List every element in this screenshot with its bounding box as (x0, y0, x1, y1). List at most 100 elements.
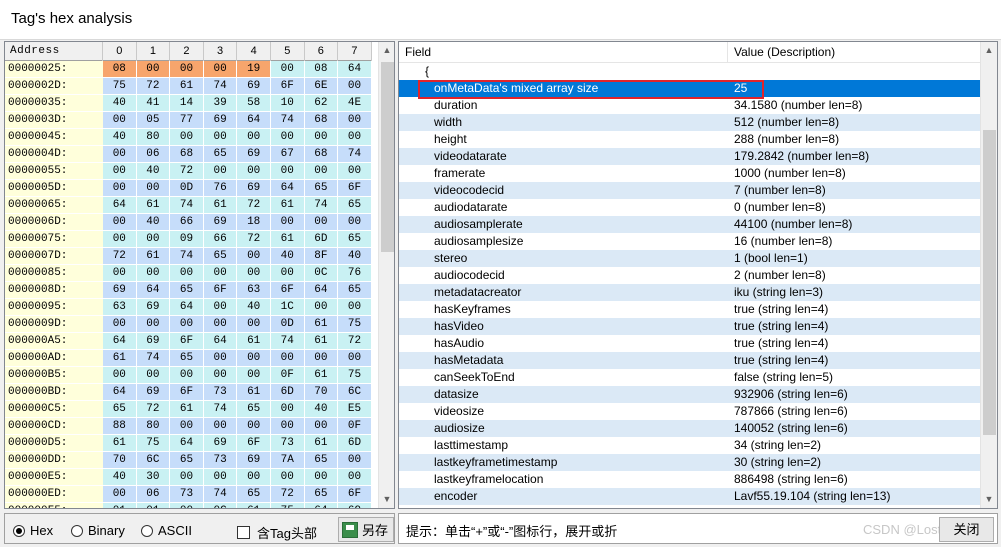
hex-byte[interactable]: 00 (170, 503, 204, 508)
hex-byte[interactable]: 6F (237, 435, 271, 452)
hex-row[interactable]: 000000C5: 65 72 61 74 65 00 40 E5 (5, 401, 372, 418)
hex-byte[interactable]: 00 (136, 265, 171, 282)
field-row[interactable]: audiosamplerate 44100 (number len=8) (399, 216, 981, 233)
hex-byte[interactable]: 64 (103, 197, 137, 214)
hex-byte[interactable]: 61 (237, 384, 271, 401)
hex-row[interactable]: 00000045: 40 80 00 00 00 00 00 00 (5, 129, 372, 146)
hex-byte[interactable]: 76 (338, 265, 372, 282)
field-row[interactable]: hasVideo true (string len=4) (399, 318, 981, 335)
hex-byte[interactable]: 00 (237, 129, 271, 146)
hex-byte[interactable]: 00 (103, 112, 137, 129)
hex-byte[interactable]: 61 (136, 197, 171, 214)
hex-row[interactable]: 000000ED: 00 06 73 74 65 72 65 6F (5, 486, 372, 503)
hex-byte[interactable]: 00 (103, 486, 137, 503)
hex-byte[interactable]: 65 (170, 350, 204, 367)
hex-byte[interactable]: 74 (304, 197, 339, 214)
hex-byte[interactable]: 74 (170, 197, 204, 214)
hex-row[interactable]: 0000004D: 00 06 68 65 69 67 68 74 (5, 146, 372, 163)
hex-byte[interactable]: 65 (203, 248, 238, 265)
hex-byte[interactable]: 65 (338, 197, 372, 214)
hex-byte[interactable]: 72 (136, 401, 171, 418)
field-row[interactable]: hasKeyframes true (string len=4) (399, 301, 981, 318)
hex-byte[interactable]: 00 (237, 367, 271, 384)
hex-byte[interactable]: 65 (103, 401, 137, 418)
hex-byte[interactable]: 74 (270, 333, 305, 350)
hex-byte[interactable]: 68 (304, 146, 339, 163)
hex-byte[interactable]: 75 (136, 435, 171, 452)
hex-byte[interactable]: 65 (338, 282, 372, 299)
hex-byte[interactable]: 00 (203, 367, 238, 384)
hex-byte[interactable]: 00 (237, 163, 271, 180)
hex-row[interactable]: 0000009D: 00 00 00 00 00 0D 61 75 (5, 316, 372, 333)
field-row[interactable]: videocodecid 7 (number len=8) (399, 182, 981, 199)
hex-byte[interactable]: 6F (170, 333, 204, 350)
hex-byte[interactable]: 00 (270, 350, 305, 367)
radio-checked-icon[interactable] (13, 524, 25, 537)
hex-byte[interactable]: 00 (304, 418, 339, 435)
field-row[interactable]: stereo 1 (bool len=1) (399, 250, 981, 267)
hex-byte[interactable]: 63 (103, 299, 137, 316)
hex-byte[interactable]: 61 (270, 197, 305, 214)
hex-byte[interactable]: 00 (338, 214, 372, 231)
hex-byte[interactable]: 00 (237, 316, 271, 333)
hex-byte[interactable]: 69 (237, 180, 271, 197)
hex-byte[interactable]: 61 (270, 231, 305, 248)
hex-byte[interactable]: 00 (270, 129, 305, 146)
hex-byte[interactable]: 6C (136, 452, 171, 469)
hex-byte[interactable]: 68 (170, 146, 204, 163)
hex-byte[interactable]: 6F (270, 78, 305, 95)
hex-row[interactable]: 000000B5: 00 00 00 00 00 0F 61 75 (5, 367, 372, 384)
hex-byte[interactable]: 72 (237, 231, 271, 248)
hex-byte[interactable]: 64 (270, 180, 305, 197)
scroll-down-icon[interactable]: ▼ (379, 491, 394, 508)
hex-byte[interactable]: 00 (103, 367, 137, 384)
hex-byte[interactable]: 00 (304, 469, 339, 486)
hex-byte[interactable]: 00 (203, 129, 238, 146)
field-row[interactable]: duration 34.1580 (number len=8) (399, 97, 981, 114)
hex-byte[interactable]: 40 (136, 214, 171, 231)
close-button[interactable]: 关闭 (939, 517, 994, 542)
hex-byte[interactable]: 06 (136, 146, 171, 163)
hex-byte[interactable]: 6F (270, 282, 305, 299)
ascii-radio[interactable]: ASCII (141, 523, 192, 538)
radio-unchecked-icon[interactable] (141, 524, 153, 537)
hex-byte[interactable]: 64 (304, 282, 339, 299)
include-tag-header-checkbox[interactable]: 含Tag头部 (237, 523, 317, 542)
hex-byte[interactable]: 62 (304, 95, 339, 112)
hex-row[interactable]: 00000065: 64 61 74 61 72 61 74 65 (5, 197, 372, 214)
hex-byte[interactable]: 00 (338, 163, 372, 180)
hex-byte[interactable]: 76 (203, 180, 238, 197)
hex-scrollbar[interactable]: ▲ ▼ (378, 42, 394, 508)
hex-byte[interactable]: 00 (136, 367, 171, 384)
hex-byte[interactable]: 61 (170, 401, 204, 418)
hex-byte[interactable]: 65 (338, 231, 372, 248)
field-row[interactable]: audiodatarate 0 (number len=8) (399, 199, 981, 216)
hex-byte[interactable]: 14 (170, 95, 204, 112)
hex-byte[interactable]: 65 (237, 486, 271, 503)
field-scroll-thumb[interactable] (983, 130, 996, 435)
hex-byte[interactable]: 00 (237, 418, 271, 435)
hex-byte[interactable]: 00 (270, 265, 305, 282)
hex-byte[interactable]: 6D (338, 435, 372, 452)
field-row[interactable]: datasize 932906 (string len=6) (399, 386, 981, 403)
field-row[interactable]: hasMetadata true (string len=4) (399, 352, 981, 369)
hex-row[interactable]: 000000DD: 70 6C 65 73 69 7A 65 00 (5, 452, 372, 469)
hex-byte[interactable]: 00 (170, 129, 204, 146)
hex-byte[interactable]: 00 (170, 367, 204, 384)
hex-byte[interactable]: 00 (338, 78, 372, 95)
hex-byte[interactable]: 00 (136, 231, 171, 248)
hex-byte[interactable]: 00 (270, 469, 305, 486)
hex-byte[interactable]: 72 (136, 78, 171, 95)
field-scrollbar[interactable]: ▲ ▼ (980, 42, 997, 508)
hex-byte[interactable]: 00 (338, 129, 372, 146)
field-row[interactable]: audiosize 140052 (string len=6) (399, 420, 981, 437)
hex-byte[interactable]: 00 (103, 265, 137, 282)
hex-byte[interactable]: 65 (237, 401, 271, 418)
hex-byte[interactable]: 69 (203, 214, 238, 231)
hex-byte[interactable]: 7A (270, 452, 305, 469)
hex-byte[interactable]: 64 (170, 435, 204, 452)
checkbox-unchecked-icon[interactable] (237, 526, 250, 539)
hex-byte[interactable]: 69 (237, 146, 271, 163)
field-row[interactable]: metadatacreator iku (string len=3) (399, 284, 981, 301)
field-row[interactable]: encoder Lavf55.19.104 (string len=13) (399, 488, 981, 505)
